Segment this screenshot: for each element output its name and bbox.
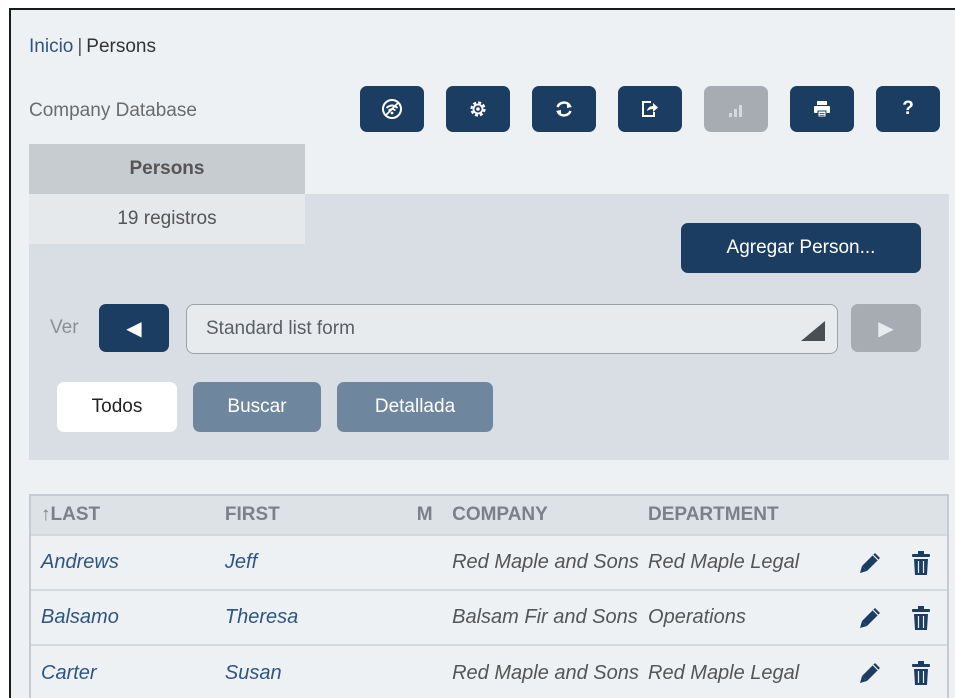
control-panel: 19 registros Agregar Person... Ver ◀ Sta… [29,194,949,460]
cell-m [416,644,453,698]
column-header-m[interactable]: M [416,496,453,535]
delete-cell [895,589,947,645]
view-label: Ver [50,317,79,338]
column-header-company[interactable]: COMPANY [452,496,649,535]
records-table: ↑LAST FIRST M COMPANY DEPARTMENT Andrews… [29,494,949,698]
column-header-delete [895,496,947,535]
chart-icon [729,105,742,117]
settings-button[interactable] [446,86,510,132]
cell-m [416,534,453,590]
record-count: 19 registros [29,194,305,244]
form-select[interactable]: Standard list form [186,304,838,354]
dropdown-arrow-icon [801,321,825,341]
cell-company: Red Maple and Sons [452,534,649,590]
add-record-button[interactable]: Agregar Person... [681,223,921,273]
mode-search-button[interactable]: Buscar [193,382,321,432]
cell-m [416,589,453,645]
breadcrumb-current: Persons [86,36,156,57]
breadcrumb-separator: | [77,36,83,57]
mode-all-button[interactable]: Todos [57,382,177,432]
trash-icon[interactable] [911,605,931,631]
delete-cell [895,644,947,698]
trash-icon[interactable] [911,660,931,686]
cell-department: Red Maple Legal [648,644,844,698]
table-row[interactable]: Carter Susan Red Maple and Sons Red Mapl… [31,644,947,698]
cell-last[interactable]: Balsamo [31,589,225,645]
table-row[interactable]: Balsamo Theresa Balsam Fir and Sons Oper… [31,589,947,645]
export-icon [642,101,658,117]
form-select-value: Standard list form [206,318,355,339]
edit-cell [843,589,896,645]
tab-persons[interactable]: Persons [29,144,305,194]
database-name: Company Database [29,100,197,121]
edit-cell [843,534,896,590]
mode-detailed-button[interactable]: Detallada [337,382,493,432]
breadcrumb-home-link[interactable]: Inicio [29,36,73,57]
table-row[interactable]: Andrews Jeff Red Maple and Sons Red Mapl… [31,534,947,590]
column-header-edit [843,496,896,535]
edit-cell [843,644,896,698]
export-button[interactable] [618,86,682,132]
pencil-icon[interactable] [858,661,882,685]
cell-last[interactable]: Andrews [31,534,225,590]
app-frame: Inicio | Persons Company Database ? Pers… [9,8,955,698]
cell-first[interactable]: Susan [224,644,417,698]
cell-last[interactable]: Carter [31,644,225,698]
cell-first[interactable]: Jeff [224,534,417,590]
cell-department: Red Maple Legal [648,534,844,590]
no-wifi-icon [382,99,402,119]
offline-button[interactable] [360,86,424,132]
refresh-button[interactable] [532,86,596,132]
table-header-row: ↑LAST FIRST M COMPANY DEPARTMENT [31,496,947,535]
column-header-last[interactable]: ↑LAST [31,496,225,535]
refresh-icon [556,101,572,117]
pencil-icon[interactable] [858,606,882,630]
breadcrumb: Inicio | Persons [29,36,156,58]
cell-first[interactable]: Theresa [224,589,417,645]
pencil-icon[interactable] [858,551,882,575]
column-header-first[interactable]: FIRST [224,496,417,535]
print-icon [814,101,830,118]
help-button[interactable]: ? [876,86,940,132]
settings-icon [470,101,486,117]
next-form-button[interactable]: ▶ [851,304,921,352]
trash-icon[interactable] [911,550,931,576]
help-icon: ? [902,98,914,119]
cell-company: Balsam Fir and Sons [452,589,649,645]
chart-button[interactable] [704,86,768,132]
print-button[interactable] [790,86,854,132]
cell-company: Red Maple and Sons [452,644,649,698]
delete-cell [895,534,947,590]
previous-form-button[interactable]: ◀ [99,304,169,352]
cell-department: Operations [648,589,844,645]
column-header-department[interactable]: DEPARTMENT [648,496,844,535]
triangle-right-icon: ▶ [878,317,894,340]
triangle-left-icon: ◀ [126,317,142,340]
